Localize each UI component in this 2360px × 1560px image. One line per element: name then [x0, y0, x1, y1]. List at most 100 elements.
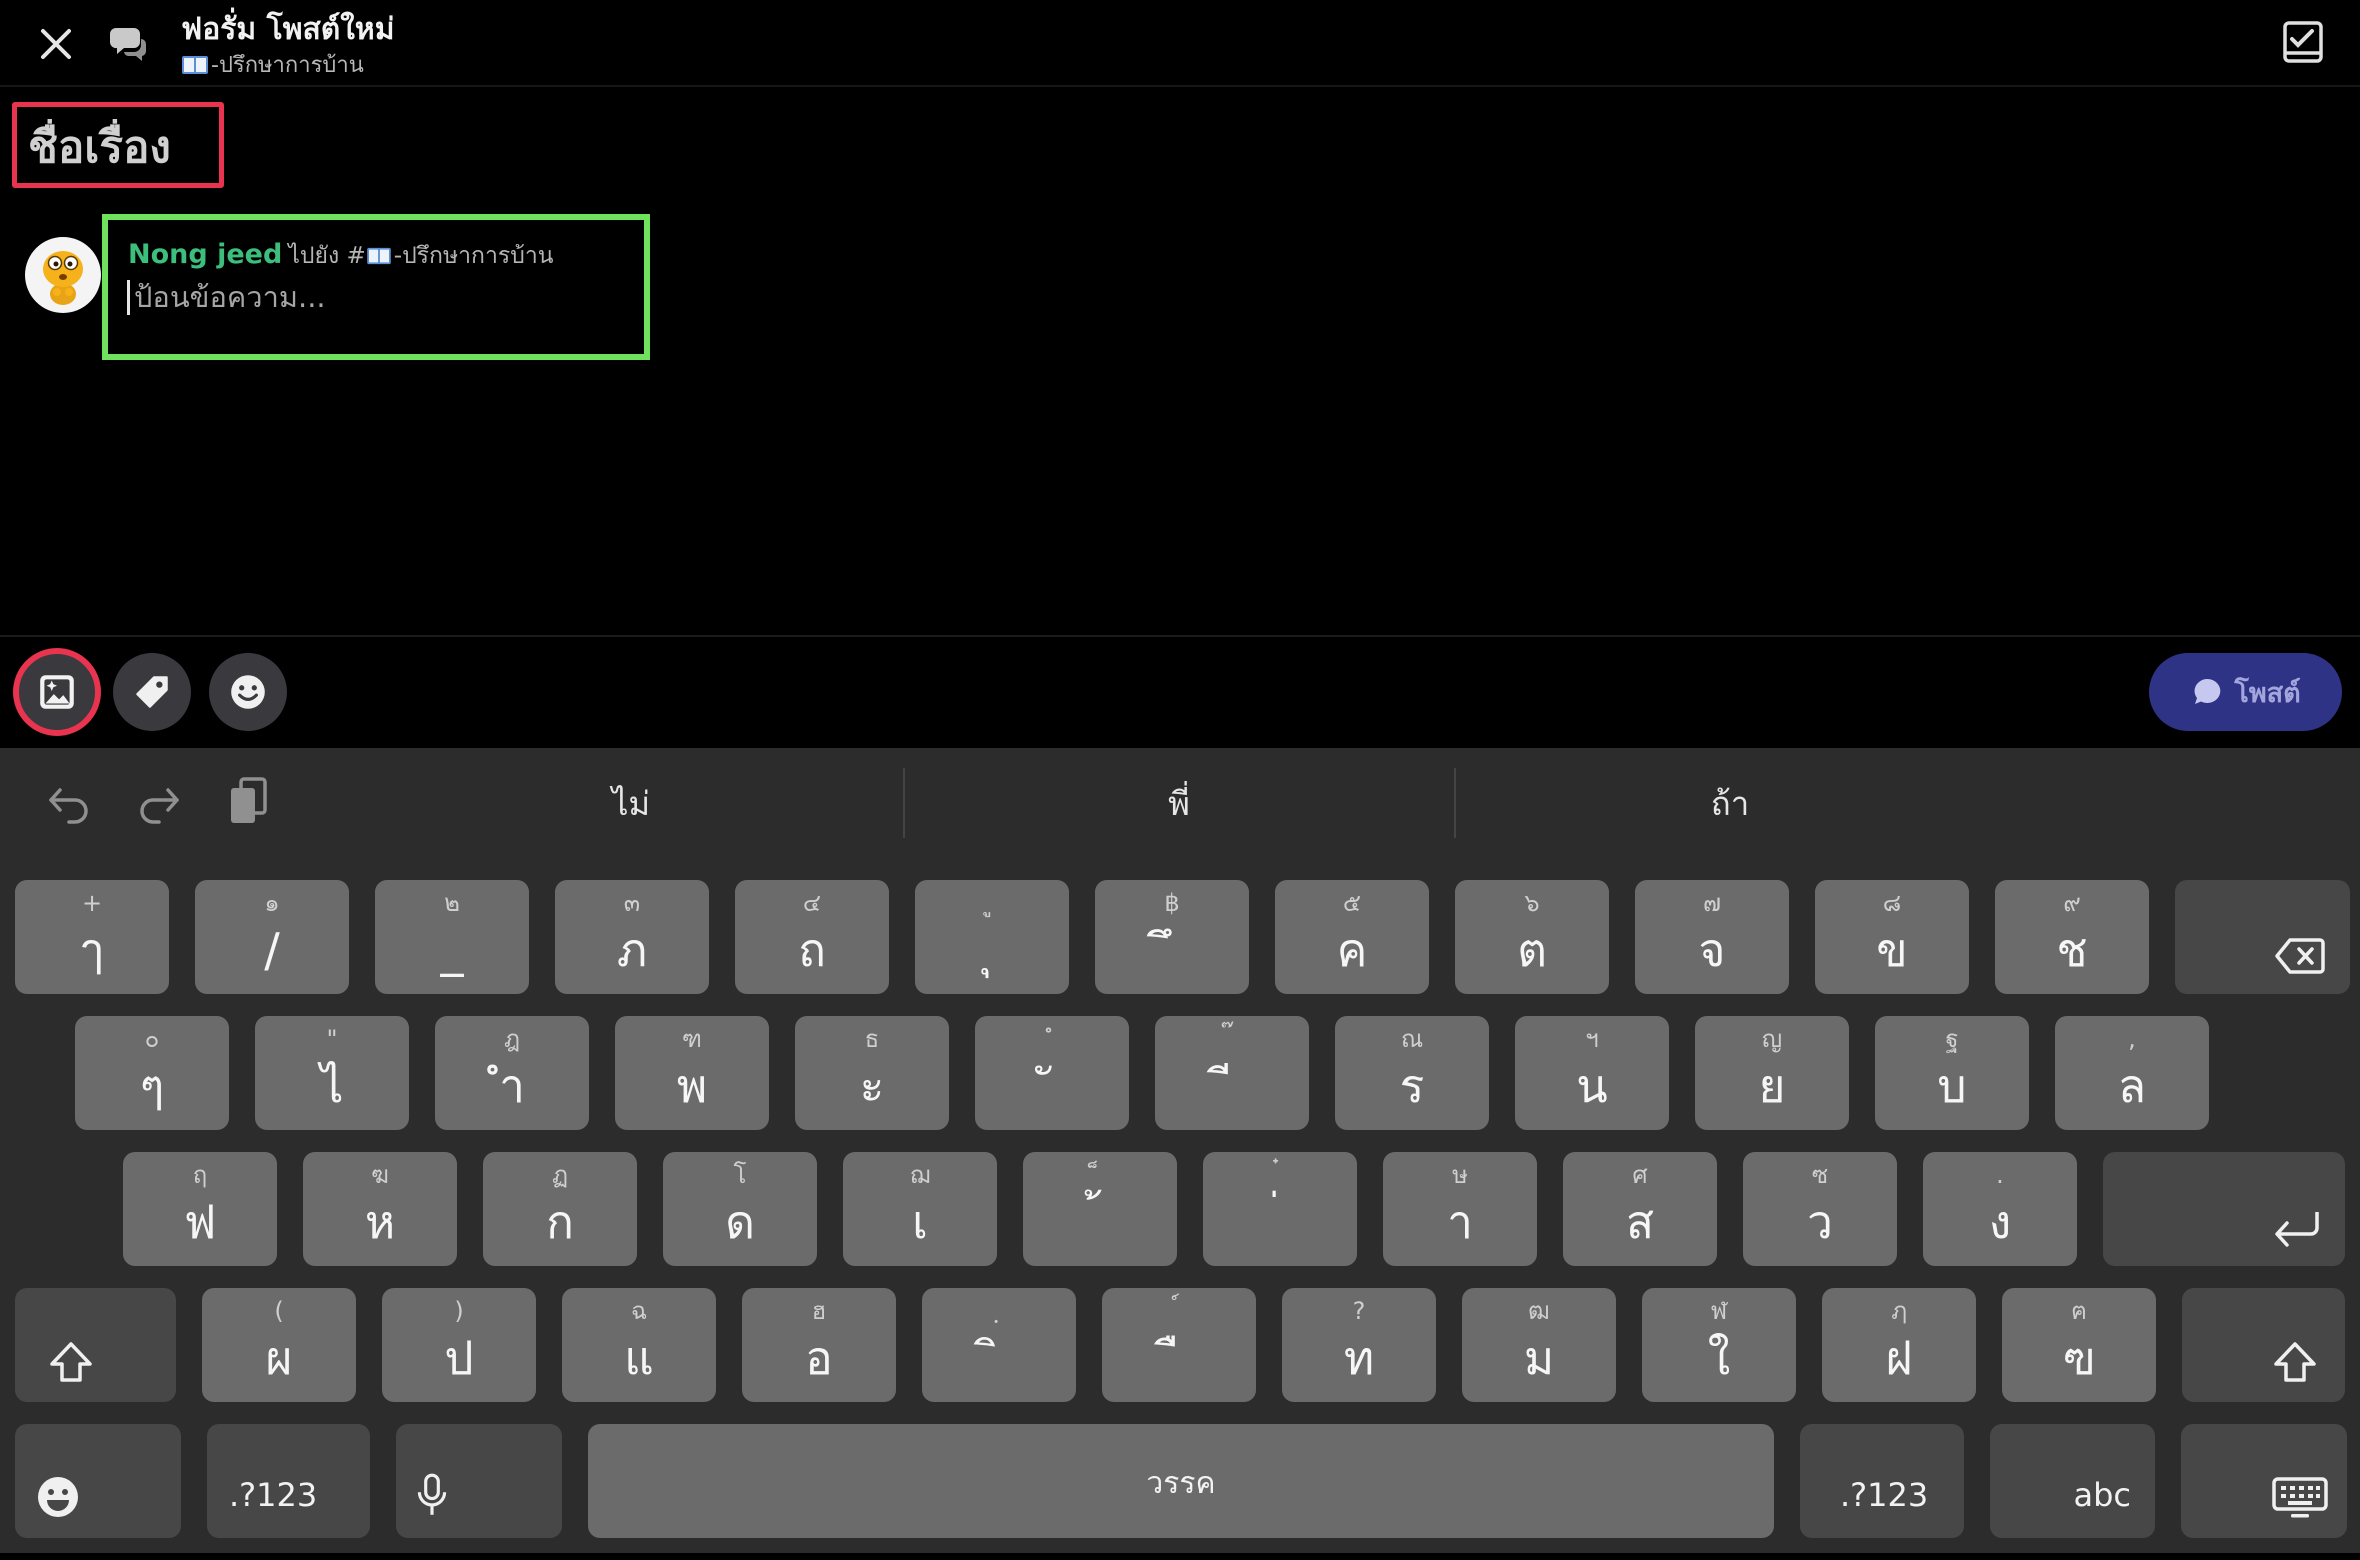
keyboard-key[interactable]: โด	[663, 1152, 817, 1266]
key-secondary-label: ?	[1352, 1297, 1366, 1325]
keyboard-key[interactable]: ฌเ	[843, 1152, 997, 1266]
keyboard-key[interactable]: ๕ค	[1275, 880, 1429, 994]
keyboard-key[interactable]: ๑/	[195, 880, 349, 994]
keyboard-key[interactable]: ฆห	[303, 1152, 457, 1266]
keyboard-key[interactable]: ฤฟ	[123, 1152, 277, 1266]
add-tag-button[interactable]	[113, 653, 191, 731]
key-primary-label: ฃ	[2062, 1331, 2096, 1385]
keyboard-key[interactable]: ๖ต	[1455, 880, 1609, 994]
key-primary-label: ั	[975, 1058, 1129, 1114]
checklist-icon[interactable]	[2282, 20, 2324, 64]
keyboard-key[interactable]: ๋่	[1203, 1152, 1357, 1266]
keyboard-key[interactable]: ญย	[1695, 1016, 1849, 1130]
key-secondary-label: ๘	[1882, 889, 1902, 917]
suggestion-item[interactable]: ไม่	[356, 768, 906, 838]
keyboard-key[interactable]: ฒม	[1462, 1288, 1616, 1402]
keyboard-key[interactable]: ๗จ	[1635, 880, 1789, 994]
close-icon[interactable]	[38, 26, 74, 62]
chat-bubble-icon	[2190, 675, 2224, 709]
keyboard-key[interactable]: ษา	[1383, 1152, 1537, 1266]
keyboard-key[interactable]: " ไ	[255, 1016, 409, 1130]
suggestion-item[interactable]: พี่	[904, 768, 1454, 838]
hide-keyboard-key[interactable]	[2181, 1424, 2347, 1538]
key-primary-label: ื	[1102, 1330, 1256, 1386]
redo-icon[interactable]	[136, 784, 182, 824]
symbols-key[interactable]: .?123	[1800, 1424, 1964, 1538]
key-secondary-label: ๗	[1702, 889, 1722, 917]
space-key[interactable]: วรรค	[588, 1424, 1774, 1538]
image-button-highlight-ring	[13, 648, 101, 736]
keyboard-key[interactable]: ๔ถ	[735, 880, 889, 994]
keyboard-key[interactable]: ็้	[1023, 1152, 1177, 1266]
forum-icon	[108, 22, 150, 64]
key-secondary-label: ์	[1102, 1296, 1256, 1326]
key-secondary-label: ฆ	[371, 1161, 389, 1189]
keyboard-key[interactable]: ซว	[1743, 1152, 1897, 1266]
shift-icon	[2271, 1340, 2319, 1384]
keyboard-key[interactable]: ฏก	[483, 1152, 637, 1266]
emoji-key[interactable]	[15, 1424, 181, 1538]
keyboard-key[interactable]: ) ป	[382, 1288, 536, 1402]
key-primary-label: ร	[1399, 1059, 1425, 1113]
clipboard-icon[interactable]	[228, 776, 268, 826]
key-row: +ๅ๑/๒_๓ภ๔ถูุ฿ึ๕ค๖ต๗จ๘ข๙ช	[0, 880, 2360, 994]
keyboard-key[interactable]: ,ล	[2055, 1016, 2209, 1130]
keyboard-key[interactable]: ณร	[1335, 1016, 1489, 1130]
post-title-input[interactable]	[28, 119, 218, 175]
key-primary-label: ๆ	[139, 1059, 165, 1113]
keyboard-key[interactable]: ฐบ	[1875, 1016, 2029, 1130]
key-secondary-label: ๙	[2063, 889, 2081, 917]
key-primary-label: ใ	[1707, 1331, 1731, 1385]
keyboard-key[interactable]: ฯน	[1515, 1016, 1669, 1130]
keyboard-key[interactable]: ๘ข	[1815, 880, 1969, 994]
keyboard-key[interactable]: ๊ี	[1155, 1016, 1309, 1130]
key-primary-label: น	[1576, 1059, 1608, 1113]
keyboard-key[interactable]: ูุ	[915, 880, 1069, 994]
keyboard-key[interactable]: ๐ๆ	[75, 1016, 229, 1130]
key-primary-label: แ	[624, 1331, 654, 1385]
keyboard-key[interactable]: ฿ึ	[1095, 880, 1249, 994]
destination-prefix: ไปยัง #	[288, 243, 366, 269]
abc-key[interactable]: abc	[1990, 1424, 2155, 1538]
keyboard-key[interactable]: ํั	[975, 1016, 1129, 1130]
keyboard-key[interactable]: ฺิ	[922, 1288, 1076, 1402]
keyboard-key[interactable]: ธะ	[795, 1016, 949, 1130]
undo-icon[interactable]	[46, 784, 92, 824]
symbols-key[interactable]: .?123	[207, 1424, 370, 1538]
text-cursor	[127, 280, 130, 315]
destination-channel: -ปรึกษาการบ้าน	[393, 243, 554, 269]
microphone-key[interactable]	[396, 1424, 562, 1538]
keyboard-key[interactable]: ๓ภ	[555, 880, 709, 994]
shift-key-left[interactable]	[15, 1288, 176, 1402]
keyboard-key[interactable]: ฦฝ	[1822, 1288, 1976, 1402]
keyboard-key[interactable]: + ๅ	[15, 880, 169, 994]
keyboard-key[interactable]: ? ท	[1282, 1288, 1436, 1402]
keyboard-key[interactable]: ฎำ	[435, 1016, 589, 1130]
keyboard-key[interactable]: ศส	[1563, 1152, 1717, 1266]
message-input[interactable]	[134, 276, 634, 318]
suggestion-item[interactable]: ถ้า	[1455, 768, 2005, 838]
key-secondary-label: โ	[733, 1161, 747, 1189]
keyboard-key[interactable]: ฮอ	[742, 1288, 896, 1402]
enter-key[interactable]	[2103, 1152, 2345, 1266]
symbols-key-label: .?123	[229, 1476, 318, 1514]
emoji-button[interactable]	[209, 653, 287, 731]
key-primary-label: ห	[364, 1195, 396, 1249]
keyboard-key[interactable]: ฅฃ	[2002, 1288, 2156, 1402]
divider	[0, 635, 2360, 637]
keyboard-key[interactable]: ๒ _	[375, 880, 529, 994]
keyboard-key[interactable]: (ผ	[202, 1288, 356, 1402]
keyboard-key[interactable]: ฑพ	[615, 1016, 769, 1130]
space-key-label: วรรค	[1146, 1466, 1216, 1501]
keyboard-key[interactable]: ์ื	[1102, 1288, 1256, 1402]
shift-key-right[interactable]	[2182, 1288, 2345, 1402]
backspace-key[interactable]	[2175, 880, 2350, 994]
keyboard-key[interactable]: ๙ช	[1995, 880, 2149, 994]
post-button[interactable]: โพสต์	[2149, 653, 2342, 731]
keyboard-key[interactable]: ฬใ	[1642, 1288, 1796, 1402]
key-secondary-label: ฤ	[192, 1161, 208, 1189]
key-secondary-label: ฬ	[1710, 1297, 1728, 1325]
keyboard-key[interactable]: .ง	[1923, 1152, 2077, 1266]
keyboard-key[interactable]: ฉแ	[562, 1288, 716, 1402]
key-primary-label: ผ	[265, 1331, 293, 1385]
